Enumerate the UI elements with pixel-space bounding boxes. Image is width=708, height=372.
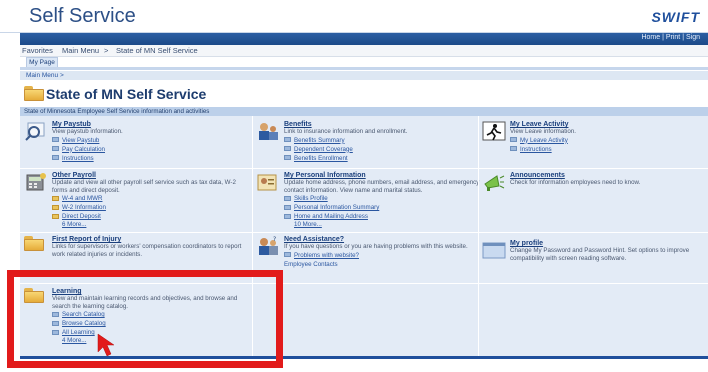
other-payroll-desc: Update and view all other payroll self s… <box>52 179 236 194</box>
benefits-title[interactable]: Benefits <box>284 121 407 128</box>
payroll-calculator-icon <box>26 173 46 191</box>
folder-icon <box>52 204 59 210</box>
megaphone-icon <box>484 175 505 191</box>
personal-info-desc: Update home address, phone numbers, emai… <box>284 179 480 194</box>
benefits-desc: Link to insurance information and enroll… <box>284 128 408 135</box>
page-icon <box>284 137 291 143</box>
paystub-magnifier-icon <box>25 122 45 141</box>
page-icon <box>284 155 291 161</box>
injury-title[interactable]: First Report of Injury <box>52 236 252 243</box>
page-title: State of MN Self Service <box>46 86 207 102</box>
nav-state-self-service[interactable]: State of MN Self Service <box>116 46 198 55</box>
link-benefits-summary[interactable]: Benefits Summary <box>284 136 407 145</box>
folder-icon <box>52 195 59 201</box>
paystub-desc: View paystub information. <box>52 128 123 135</box>
page-description: State of Minnesota Employee Self Service… <box>20 107 708 116</box>
leave-desc: View Leave information. <box>510 128 576 135</box>
link-personal-info-summary[interactable]: Personal Information Summary <box>284 203 482 212</box>
assistance-desc: If you have questions or you are having … <box>284 243 468 250</box>
profile-desc: Change My Password and Password Hint. Se… <box>510 247 690 262</box>
link-view-paystub[interactable]: View Paystub <box>52 136 123 145</box>
highlight-box <box>7 270 283 368</box>
svg-text:?: ? <box>273 236 276 243</box>
other-payroll-title[interactable]: Other Payroll <box>52 172 252 179</box>
app-header: Self Service SWIFT <box>0 0 708 33</box>
page-icon <box>284 195 291 201</box>
page-icon <box>284 146 291 152</box>
page-icon <box>510 146 517 152</box>
link-pay-calculation[interactable]: Pay Calculation <box>52 145 123 154</box>
personal-info-title[interactable]: My Personal Information <box>284 172 482 179</box>
benefits-people-icon <box>259 123 278 140</box>
tab-underline <box>20 67 708 70</box>
id-card-icon <box>257 174 277 191</box>
page-icon <box>52 137 59 143</box>
home-link[interactable]: Home <box>641 34 660 41</box>
folder-icon <box>24 236 44 251</box>
personal-info-more-link[interactable]: 10 More... <box>284 221 482 228</box>
tab-row: My Page <box>20 57 708 67</box>
nav-favorites[interactable]: Favorites <box>22 46 53 55</box>
link-w4-mwr[interactable]: W-4 and MWR <box>52 194 252 203</box>
grid-divider <box>20 168 708 169</box>
sign-out-link[interactable]: Sign <box>686 34 700 41</box>
arrow-pointer-icon <box>97 333 115 357</box>
grid-divider <box>20 232 708 233</box>
nav-separator: > <box>104 46 109 55</box>
top-links: Home | Print | Sign <box>641 34 700 41</box>
link-home-mailing-address[interactable]: Home and Mailing Address <box>284 212 482 221</box>
link-w2-information[interactable]: W-2 Information <box>52 203 252 212</box>
breadcrumb[interactable]: Main Menu > <box>20 71 708 80</box>
top-link-bar: Home | Print | Sign <box>20 33 708 45</box>
nav-bar: Favorites Main Menu > State of MN Self S… <box>20 45 708 57</box>
link-employee-contacts[interactable]: Employee Contacts <box>284 260 474 269</box>
tab-my-page[interactable]: My Page <box>26 57 58 67</box>
page-title-row: State of MN Self Service <box>20 80 708 107</box>
link-problems-website[interactable]: Problems with website? <box>284 251 474 260</box>
link-benefits-enrollment[interactable]: Benefits Enrollment <box>284 154 407 163</box>
announcements-title[interactable]: Announcements <box>510 172 640 179</box>
assistance-title[interactable]: Need Assistance? <box>284 236 474 243</box>
profile-window-icon <box>482 242 506 259</box>
grid-divider <box>478 116 479 356</box>
page-icon <box>284 204 291 210</box>
other-payroll-more-link[interactable]: 6 More... <box>52 221 252 228</box>
page-icon <box>284 252 291 258</box>
page-icon <box>52 155 59 161</box>
injury-desc: Links for supervisors or workers' compen… <box>52 243 242 258</box>
link-dependent-coverage[interactable]: Dependent Coverage <box>284 145 407 154</box>
running-person-icon <box>482 121 506 141</box>
link-paystub-instructions[interactable]: Instructions <box>52 154 123 163</box>
nav-main-menu[interactable]: Main Menu <box>62 46 99 55</box>
page-icon <box>510 137 517 143</box>
paystub-title[interactable]: My Paystub <box>52 121 123 128</box>
help-people-icon: ? <box>259 236 278 255</box>
link-direct-deposit[interactable]: Direct Deposit <box>52 212 252 221</box>
page-icon <box>52 146 59 152</box>
link-leave-instructions[interactable]: Instructions <box>510 145 576 154</box>
link-skills-profile[interactable]: Skills Profile <box>284 194 482 203</box>
link-my-leave-activity[interactable]: My Leave Activity <box>510 136 576 145</box>
swift-logo: SWIFT <box>651 9 700 25</box>
folder-icon <box>24 86 44 101</box>
profile-title[interactable]: My profile <box>510 240 706 247</box>
app-title: Self Service <box>29 5 136 27</box>
folder-icon <box>52 213 59 219</box>
announcements-desc: Check for information employees need to … <box>510 179 641 186</box>
page-icon <box>284 213 291 219</box>
print-link[interactable]: Print <box>666 34 680 41</box>
leave-title[interactable]: My Leave Activity <box>510 121 576 128</box>
